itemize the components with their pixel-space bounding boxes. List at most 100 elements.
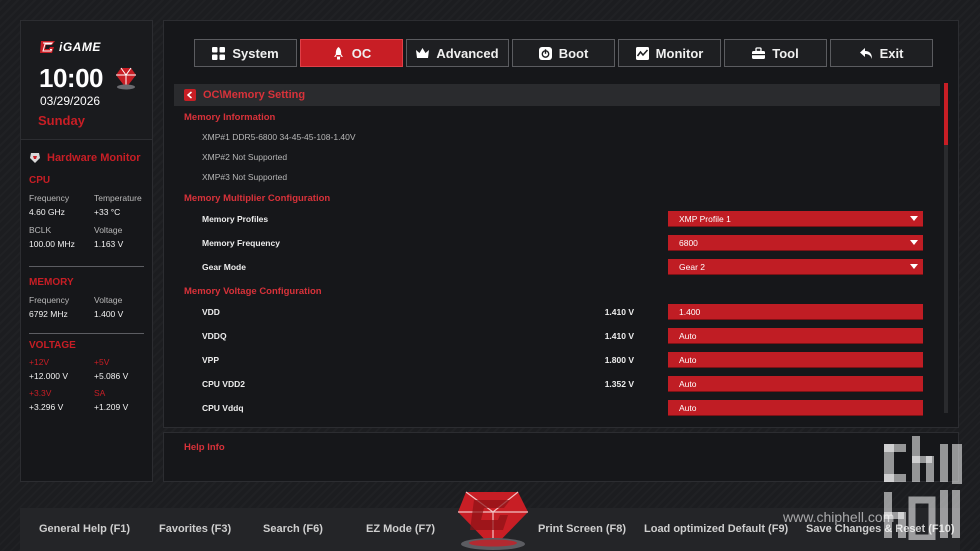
dropdown-arrow-icon	[910, 216, 918, 221]
tab-label: Exit	[879, 45, 904, 61]
tab-monitor[interactable]: Monitor	[618, 39, 721, 67]
tab-tool[interactable]: Tool	[724, 39, 827, 67]
general-help-button[interactable]: General Help (F1)	[39, 523, 130, 535]
setting-label: CPU Vddq	[202, 403, 244, 413]
field-value: 6800	[679, 237, 698, 248]
cpu-label: CPU	[29, 175, 51, 186]
scroll-thumb[interactable]	[944, 83, 948, 145]
memory-frequency-select[interactable]: 6800	[668, 235, 923, 251]
breadcrumb: OC\Memory Setting	[174, 84, 940, 106]
field-value: Auto	[679, 378, 697, 389]
cpu-voltage-value: 1.163 V	[94, 239, 124, 249]
cpu-vddq-input[interactable]: Auto	[668, 400, 923, 416]
info-item: XMP#2 Not Supported	[202, 152, 288, 162]
chart-icon	[635, 46, 649, 60]
divider	[29, 333, 144, 334]
cpu-frequency-label: Frequency	[29, 193, 70, 203]
cpu-bclk-value: 100.00 MHz	[29, 239, 75, 249]
cpu-temperature-value: +33 °C	[94, 207, 121, 217]
igame-emblem-icon	[458, 491, 528, 550]
search-button[interactable]: Search (F6)	[263, 523, 323, 535]
memory-frequency-value: 6792 MHz	[29, 309, 68, 319]
tab-exit[interactable]: Exit	[830, 39, 933, 67]
field-value: Auto	[679, 354, 697, 365]
left-panel: iGAME 10:00 03/29/2026 Sunday Hardware M…	[20, 20, 153, 482]
tab-label: Tool	[772, 45, 799, 61]
clock-panel: iGAME 10:00 03/29/2026 Sunday	[21, 21, 152, 140]
vddq-input[interactable]: Auto	[668, 328, 923, 344]
field-value: XMP Profile 1	[679, 213, 731, 224]
tab-label: System	[232, 45, 279, 61]
ez-mode-button[interactable]: EZ Mode (F7)	[366, 523, 435, 535]
section-title: Memory Information	[184, 112, 276, 123]
field-value: Gear 2	[679, 261, 705, 272]
memory-voltage-label: Voltage	[94, 295, 123, 305]
current-voltage: 1.800 V	[604, 355, 634, 365]
vpp-input[interactable]: Auto	[668, 352, 923, 368]
tab-oc[interactable]: OC	[300, 39, 403, 67]
field-value: Auto	[679, 330, 697, 341]
setting-label: VDDQ	[202, 331, 227, 341]
igame-logo-icon	[40, 41, 55, 53]
setting-label: CPU VDD2	[202, 379, 245, 389]
current-voltage: 1.352 V	[604, 379, 634, 389]
v33-value: +3.296 V	[29, 402, 64, 412]
vdd-input[interactable]: 1.400	[668, 304, 923, 320]
monitor-mascot-icon	[30, 153, 40, 163]
power-icon	[538, 46, 552, 60]
dropdown-arrow-icon	[910, 264, 918, 269]
setting-label: Memory Frequency	[202, 238, 280, 248]
tab-label: Monitor	[655, 45, 704, 61]
gear-mode-select[interactable]: Gear 2	[668, 259, 923, 275]
main-panel: System OC Advanced Boot Monitor Tool Exi…	[163, 20, 959, 428]
print-screen-button[interactable]: Print Screen (F8)	[538, 523, 626, 535]
watermark-url: www.chiphell.com	[783, 509, 895, 525]
cpu-bclk-label: BCLK	[29, 225, 52, 235]
clock-weekday: Sunday	[38, 113, 85, 128]
cpu-vdd2-input[interactable]: Auto	[668, 376, 923, 392]
brand-name: iGAME	[59, 40, 101, 54]
scrollbar[interactable]	[944, 83, 948, 413]
load-default-button[interactable]: Load optimized Default (F9)	[644, 523, 788, 535]
help-panel: Help Info	[163, 432, 959, 482]
cpu-voltage-label: Voltage	[94, 225, 123, 235]
tab-label: Boot	[558, 45, 589, 61]
divider	[29, 266, 144, 267]
memory-profiles-select[interactable]: XMP Profile 1	[668, 211, 923, 227]
help-title: Help Info	[184, 442, 225, 453]
hardware-monitor-title: Hardware Monitor	[47, 151, 141, 164]
v12-label: +12V	[29, 357, 50, 367]
breadcrumb-path: OC\Memory Setting	[203, 89, 306, 101]
setting-label: Memory Profiles	[202, 214, 269, 224]
v5-value: +5.086 V	[94, 371, 129, 381]
tab-advanced[interactable]: Advanced	[406, 39, 509, 67]
sa-label: SA	[94, 388, 106, 398]
v12-value: +12.000 V	[29, 371, 68, 381]
v5-label: +5V	[94, 357, 110, 367]
grid-icon	[212, 46, 226, 60]
back-circle-icon[interactable]	[184, 89, 196, 101]
clock-time: 10:00	[39, 63, 104, 93]
crown-icon	[416, 47, 430, 58]
setting-label: VDD	[202, 307, 220, 317]
tab-label: OC	[351, 45, 372, 61]
hardware-monitor-header: Hardware Monitor	[29, 151, 141, 164]
tab-system[interactable]: System	[194, 39, 297, 67]
clock-date: 03/29/2026	[40, 94, 101, 108]
tab-boot[interactable]: Boot	[512, 39, 615, 67]
info-item: XMP#3 Not Supported	[202, 172, 288, 182]
current-voltage: 1.410 V	[604, 307, 634, 317]
tab-bar: System OC Advanced Boot Monitor Tool Exi…	[194, 39, 933, 67]
favorites-button[interactable]: Favorites (F3)	[159, 523, 231, 535]
current-voltage: 1.410 V	[604, 331, 634, 341]
cpu-frequency-value: 4.60 GHz	[29, 207, 65, 217]
memory-frequency-label: Frequency	[29, 295, 70, 305]
toolbox-icon	[752, 46, 766, 59]
section-title: Memory Voltage Configuration	[184, 286, 322, 297]
memory-label: MEMORY	[29, 277, 74, 288]
brand-logo: iGAME	[39, 39, 101, 55]
tab-label: Advanced	[436, 45, 499, 61]
field-value: Auto	[679, 402, 697, 413]
cpu-temperature-label: Temperature	[94, 193, 142, 203]
voltage-label: VOLTAGE	[29, 340, 76, 351]
